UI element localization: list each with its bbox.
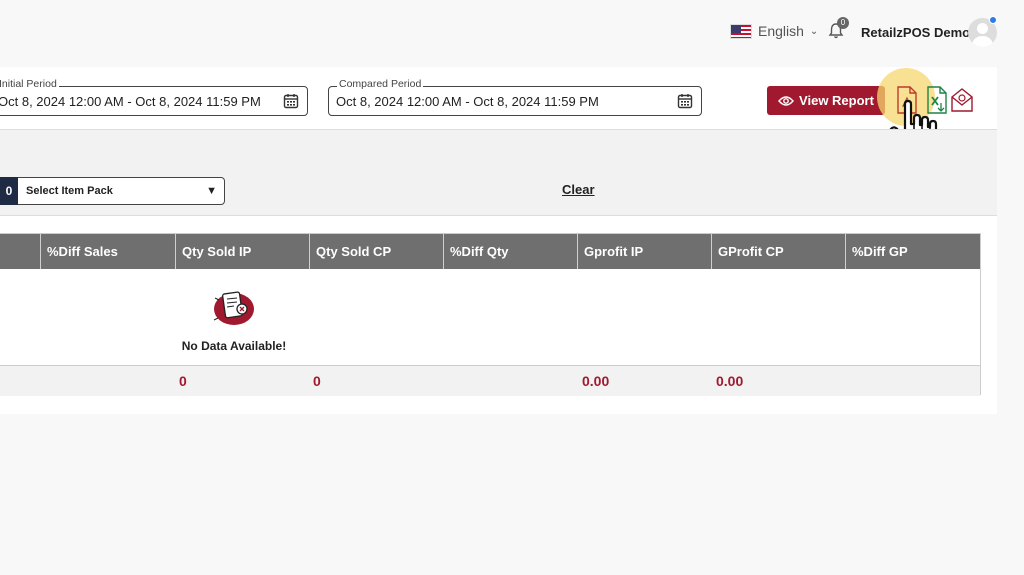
excel-export-icon[interactable] bbox=[925, 86, 949, 114]
column-header-gprofit-cp[interactable]: GProfit CP bbox=[711, 234, 845, 269]
online-status-dot bbox=[989, 16, 997, 24]
language-label: English bbox=[758, 23, 804, 39]
view-report-button[interactable]: View Report bbox=[767, 86, 885, 115]
item-pack-placeholder: Select Item Pack bbox=[26, 185, 113, 197]
notification-count-badge: 0 bbox=[837, 17, 849, 29]
table-totals-row: 0 0 0.00 0.00 bbox=[0, 365, 980, 396]
view-report-label: View Report bbox=[799, 93, 874, 108]
table-header: %Diff Sales Qty Sold IP Qty Sold CP %Dif… bbox=[0, 234, 980, 269]
language-selector[interactable]: English ⌄ bbox=[730, 23, 818, 39]
empty-state: No Data Available! bbox=[180, 288, 288, 353]
column-header-qty-sold-cp[interactable]: Qty Sold CP bbox=[309, 234, 443, 269]
filter-bar: 0 Select Item Pack ▼ Clear bbox=[0, 129, 997, 216]
initial-period-label: Initial Period bbox=[0, 78, 59, 90]
column-header-qty-sold-ip[interactable]: Qty Sold IP bbox=[175, 234, 309, 269]
total-qty-sold-ip: 0 bbox=[179, 373, 187, 389]
initial-period-value: Oct 8, 2024 12:00 AM - Oct 8, 2024 11:59… bbox=[0, 93, 261, 109]
report-card: Initial Period Oct 8, 2024 12:00 AM - Oc… bbox=[0, 67, 997, 414]
user-name[interactable]: RetailzPOS Demo bbox=[861, 25, 970, 40]
column-header-diff-sales[interactable]: %Diff Sales bbox=[40, 234, 175, 269]
top-bar: English ⌄ 0 RetailzPOS Demo bbox=[0, 0, 1024, 62]
report-table: %Diff Sales Qty Sold IP Qty Sold CP %Dif… bbox=[0, 233, 981, 396]
clear-link[interactable]: Clear bbox=[562, 182, 595, 197]
compared-period-value: Oct 8, 2024 12:00 AM - Oct 8, 2024 11:59… bbox=[336, 93, 599, 109]
empty-message: No Data Available! bbox=[181, 339, 287, 353]
column-header-diff-gp[interactable]: %Diff GP bbox=[845, 234, 980, 269]
notification-bell-icon[interactable]: 0 bbox=[826, 17, 849, 41]
column-header-gprofit-ip[interactable]: Gprofit IP bbox=[577, 234, 711, 269]
column-header-diff-qty[interactable]: %Diff Qty bbox=[443, 234, 577, 269]
column-header-partial bbox=[0, 234, 40, 269]
item-pack-select[interactable]: Select Item Pack ▼ bbox=[18, 177, 225, 205]
dropdown-arrow-icon: ▼ bbox=[206, 185, 217, 197]
initial-period-field[interactable]: Initial Period Oct 8, 2024 12:00 AM - Oc… bbox=[0, 78, 308, 116]
email-export-icon[interactable] bbox=[950, 86, 974, 114]
total-gprofit-ip: 0.00 bbox=[582, 373, 610, 389]
calendar-icon[interactable] bbox=[283, 93, 299, 109]
total-qty-sold-cp: 0 bbox=[313, 373, 321, 389]
no-data-icon bbox=[213, 291, 254, 325]
eye-icon bbox=[778, 95, 794, 106]
item-pack-count: 0 bbox=[0, 177, 18, 205]
chevron-down-icon: ⌄ bbox=[809, 25, 819, 37]
total-gprofit-cp: 0.00 bbox=[716, 373, 744, 389]
calendar-icon[interactable] bbox=[677, 93, 693, 109]
pdf-export-icon[interactable] bbox=[895, 86, 919, 114]
compared-period-label: Compared Period bbox=[337, 78, 424, 90]
us-flag-icon bbox=[730, 23, 752, 39]
compared-period-field[interactable]: Compared Period Oct 8, 2024 12:00 AM - O… bbox=[328, 78, 702, 116]
